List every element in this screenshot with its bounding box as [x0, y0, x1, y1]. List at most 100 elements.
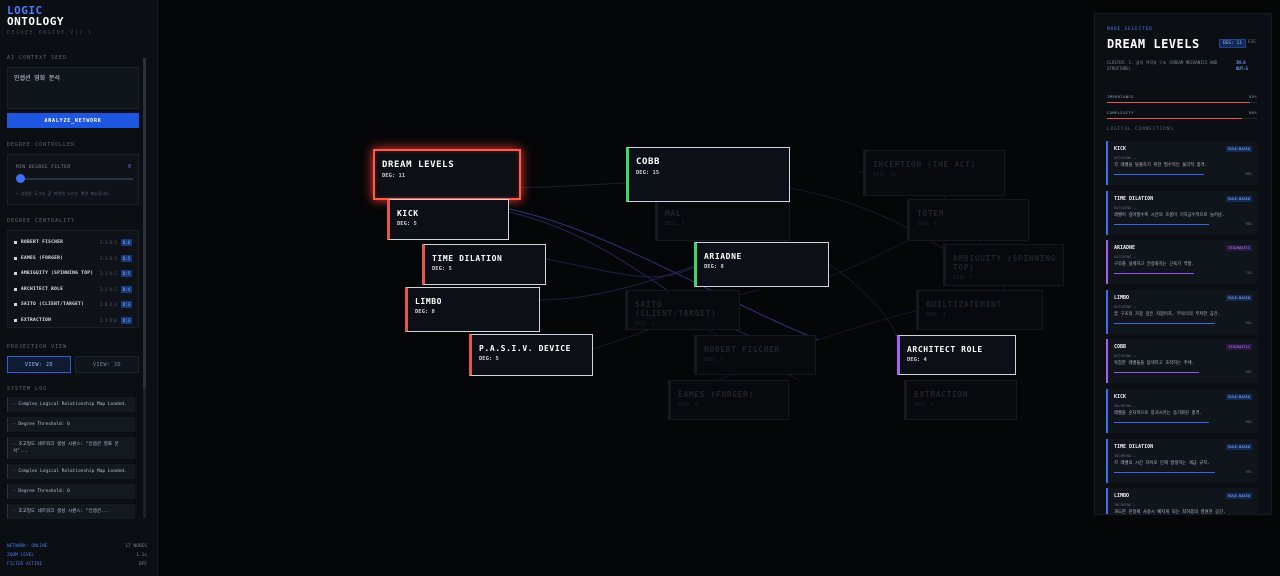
connection-strength-value: 90% — [1245, 419, 1253, 424]
graph-node-builtizatement[interactable]: BUILTIZATEMENT DEG: 4 — [916, 290, 1043, 330]
graph-node-extraction[interactable]: EXTRACTION DEG: 3 — [904, 380, 1017, 420]
centrality-name: ROBERT FISCHER — [21, 240, 64, 246]
node-degree: DEG: 10 — [873, 172, 897, 178]
graph-node-dream[interactable]: DREAM LEVELS DEG: 11 — [373, 149, 521, 200]
view-2d-button[interactable]: VIEW: 2D — [7, 356, 71, 373]
sidebar-scrollbar[interactable] — [143, 58, 146, 518]
centrality-row[interactable]: ROBERT FISCHER I:3 O:3 D:6 — [14, 235, 132, 251]
node-degree: DEG: 5 — [678, 402, 698, 408]
node-label: ROBERT FISCHER — [704, 345, 780, 354]
node-degree: DEG: 6 — [704, 357, 724, 363]
status-key: ZOOM LEVEL — [7, 553, 35, 558]
centrality-degree-badge: D:3 — [120, 316, 132, 324]
log-entry: · Complex Logical Relationship Map Loade… — [7, 397, 135, 412]
centrality-degree-badge: D:5 — [120, 270, 132, 278]
node-detail-panel: NODE_SELECTED DREAM LEVELS DEG: 11 ESC C… — [1094, 13, 1272, 515]
esc-close-button[interactable]: ESC — [1248, 40, 1256, 45]
graph-node-fischer[interactable]: ROBERT FISCHER DEG: 6 — [694, 335, 816, 375]
connection-strength-bar — [1114, 273, 1194, 275]
connection-type-badge: STOCHASTIC — [1226, 245, 1252, 252]
graph-node-eames[interactable]: EAMES (FORGER) DEG: 5 — [668, 380, 789, 420]
context-seed-input[interactable]: 인셉션 영화 분석 — [7, 67, 139, 109]
centrality-io: I:2 O:2 — [99, 286, 117, 292]
graph-node-inception[interactable]: INCEPTION (THE ACT) DEG: 10 — [863, 150, 1005, 196]
in-out-counts: IN:6 OUT:5 — [1236, 60, 1248, 72]
connection-card[interactable]: LIMBO RULE-BASED OUTGOING → 꿈 구조의 가장 깊은 지점이… — [1106, 289, 1257, 334]
connection-strength-bar — [1114, 421, 1210, 423]
node-label: TIME DILATION — [432, 254, 503, 263]
connection-type-badge: RULE-BASED — [1226, 393, 1252, 400]
graph-node-totem[interactable]: TOTEM DEG: 4 — [907, 199, 1029, 241]
connection-strength-bar — [1114, 372, 1199, 374]
system-log-title: SYSTEM LOG — [7, 386, 48, 392]
node-label: BUILTIZATEMENT — [926, 300, 1002, 309]
connection-type-badge: RULE-BASED — [1226, 493, 1252, 500]
connection-type-badge: RULE-BASED — [1226, 443, 1252, 450]
centrality-row[interactable]: EAMES (FORGER) I:3 O:3 D:5 — [14, 251, 132, 267]
connection-strength-value: 85% — [1245, 172, 1253, 176]
graph-node-kick[interactable]: KICK DEG: 5 — [387, 199, 509, 240]
connection-card[interactable]: COBB STOCHASTIC OUTGOING → 복잡한 레벨들을 탐색하고 조작… — [1106, 339, 1257, 384]
complexity-bar-fill — [1107, 118, 1242, 119]
brand-logo: LOGIC ONTOLOGY DEGREE ENGINE V17.1 — [7, 5, 93, 36]
slider-knob[interactable] — [16, 174, 25, 183]
analyze-network-button[interactable]: ANALYZE_NETWORK — [7, 113, 139, 128]
status-key: NETWORK: ONLINE — [7, 544, 48, 549]
bullet-icon — [14, 272, 17, 276]
node-label: DREAM LEVELS — [382, 160, 455, 170]
graph-node-ariadne[interactable]: ARIADNE DEG: 8 — [694, 242, 829, 287]
node-label: ARCHITECT ROLE — [907, 345, 983, 354]
connection-description: 레벨을 순차적으로 붕괴시키는 동기화된 충격. — [1114, 410, 1203, 416]
connection-card[interactable]: KICK RULE-BASED INCOMING ← 레벨을 순차적으로 붕괴시키는 … — [1106, 388, 1257, 433]
graph-edges — [373, 168, 1010, 381]
view-3d-button[interactable]: VIEW: 3D — [75, 356, 139, 373]
connection-type-badge: RULE-BASED — [1226, 294, 1252, 301]
graph-node-mal[interactable]: MAL DEG: 6 — [655, 199, 790, 241]
centrality-row[interactable]: EXTRACTION I:3 O:0 D:3 — [14, 313, 132, 329]
min-degree-value: 0 — [127, 164, 131, 170]
centrality-row[interactable]: AMBIGUITY (SPINNING TOP) I:3 O:2 D:5 — [14, 266, 132, 282]
degree-controller-title: DEGREE CONTROLLER — [7, 142, 76, 148]
graph-node-saito[interactable]: SAITO (CLIENT/TARGET) DEG: 3 — [625, 290, 740, 330]
degree-controller: MIN DEGREE FILTER 0 • 설정한 도그리 값 미만의 노드는 … — [7, 154, 139, 205]
connection-description: 각 레벨의 시간 차이로 인해 발생하는 계급 규칙. — [1114, 460, 1210, 466]
connection-card[interactable]: ARIADNE STOCHASTIC OUTGOING → 구조를 설계하고 안정화하… — [1106, 240, 1257, 285]
connection-card[interactable]: TIME DILATION RULE-BASED INCOMING ← 각 레벨의 시… — [1106, 438, 1257, 483]
graph-node-cobb[interactable]: COBB DEG: 15 — [626, 147, 790, 202]
graph-node-architect[interactable]: ARCHITECT ROLE DEG: 4 — [897, 335, 1016, 375]
scrollbar-thumb[interactable] — [143, 58, 146, 388]
min-degree-slider[interactable] — [19, 178, 133, 180]
graph-node-pasiv[interactable]: P.A.S.I.V. DEVICE DEG: 5 — [469, 334, 593, 376]
connection-description: 꿈 구조의 가장 깊은 지점이자, 무의식의 무저한 공간. — [1114, 311, 1221, 317]
connection-direction: OUTGOING → — [1114, 304, 1136, 309]
graph-node-time[interactable]: TIME DILATION DEG: 5 — [422, 244, 546, 285]
importance-value: 95% — [1248, 94, 1257, 99]
node-degree: DEG: 8 — [704, 264, 724, 270]
complexity-value: 90% — [1248, 110, 1257, 115]
connections-list: KICK RULE-BASED OUTGOING → 각 레벨을 탈출하기 위한 필수… — [1106, 141, 1257, 514]
connection-card[interactable]: TIME DILATION RULE-BASED OUTGOING → 레벨이 깊어질… — [1106, 190, 1257, 235]
centrality-io: I:0 O:3 — [99, 302, 117, 308]
status-key: FILTER ACTIVE — [7, 562, 43, 567]
connection-card[interactable]: LIMBO RULE-BASED INCOMING ← 과도한 진정제 사용시 빠지게… — [1106, 488, 1257, 514]
status-value: OFF — [138, 562, 147, 567]
out-count: OUT:5 — [1236, 66, 1249, 71]
node-label: MAL — [665, 209, 682, 218]
centrality-degree-badge: D:5 — [120, 254, 132, 262]
node-label: EAMES (FORGER) — [678, 390, 754, 399]
centrality-row[interactable]: ARCHITECT ROLE I:2 O:2 D:4 — [14, 282, 132, 298]
centrality-row[interactable]: SAITO (CLIENT/TARGET) I:0 O:3 D:3 — [14, 297, 132, 313]
node-label: EXTRACTION — [914, 390, 969, 399]
node-degree: DEG: 11 — [382, 173, 406, 179]
system-log: · Complex Logical Relationship Map Loade… — [7, 397, 135, 522]
graph-canvas[interactable]: INCEPTION (THE ACT) DEG: 10 MAL DEG: 6 TOTEM… — [159, 0, 1092, 576]
connection-card[interactable]: KICK RULE-BASED OUTGOING → 각 레벨을 탈출하기 위한 필수… — [1106, 141, 1257, 185]
status-value: 1.1x — [136, 553, 147, 558]
graph-node-limbo[interactable]: LIMBO DEG: 8 — [405, 287, 540, 332]
centrality-name: EXTRACTION — [21, 317, 52, 323]
graph-node-ambiguity[interactable]: AMBIGUITY (SPINNING TOP) DEG: 5 — [943, 244, 1064, 286]
node-label: AMBIGUITY (SPINNING TOP) — [953, 254, 1056, 272]
node-label: TOTEM — [917, 209, 945, 218]
centrality-degree-badge: D:6 — [120, 239, 132, 247]
centrality-io: I:3 O:0 — [99, 317, 117, 323]
